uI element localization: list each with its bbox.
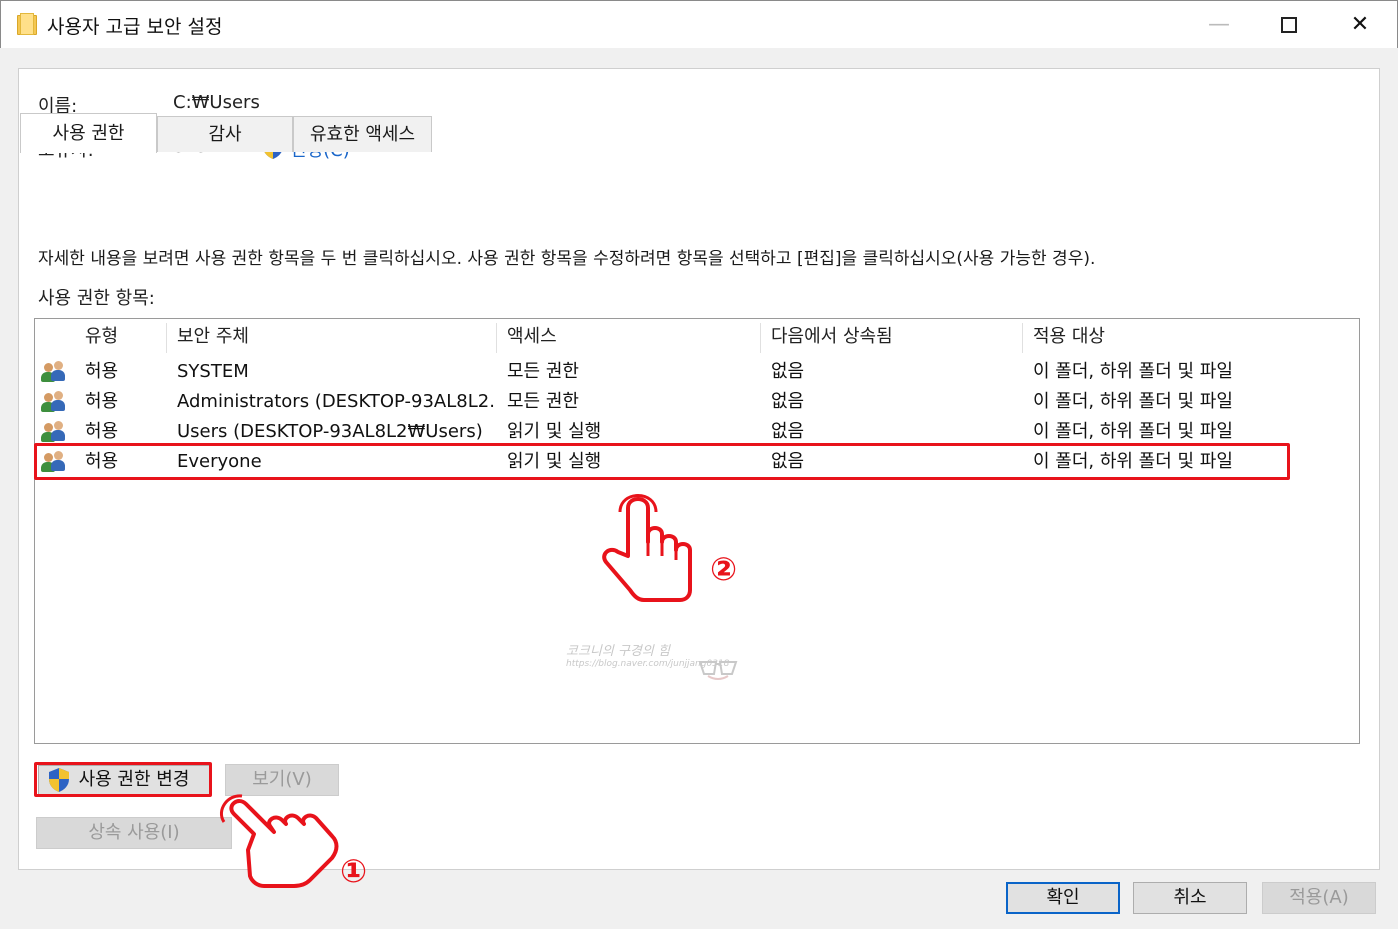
name-value: C:₩Users xyxy=(173,92,260,113)
hand-pointer-icon xyxy=(219,794,339,888)
column-header-type[interactable]: 유형 xyxy=(75,323,167,353)
column-header-applies-to[interactable]: 적용 대상 xyxy=(1023,323,1359,353)
change-permissions-highlight xyxy=(34,762,212,797)
apply-button[interactable]: 적용(A) xyxy=(1262,882,1376,914)
table-row[interactable]: 허용 SYSTEM 모든 권한 없음 이 폴더, 하위 폴더 및 파일 xyxy=(35,357,1359,387)
users-icon xyxy=(41,421,67,443)
cell-type: 허용 xyxy=(85,391,119,412)
cancel-button[interactable]: 취소 xyxy=(1133,882,1247,914)
column-header-inherited-from[interactable]: 다음에서 상속됨 xyxy=(761,323,1023,353)
maximize-button[interactable] xyxy=(1261,7,1317,43)
tab-auditing[interactable]: 감사 xyxy=(157,116,293,152)
maximize-icon xyxy=(1281,17,1297,33)
cell-type: 허용 xyxy=(85,361,119,382)
cell-applies: 이 폴더, 하위 폴더 및 파일 xyxy=(1033,361,1233,382)
cell-inherited: 없음 xyxy=(771,361,805,382)
users-icon xyxy=(41,391,67,413)
cell-principal: SYSTEM xyxy=(177,361,249,382)
column-header-principal[interactable]: 보안 주체 xyxy=(167,323,497,353)
everyone-row-highlight xyxy=(34,443,1290,480)
cell-access: 모든 권한 xyxy=(507,391,579,412)
tab-permissions[interactable]: 사용 권한 xyxy=(20,113,157,153)
column-header-access[interactable]: 액세스 xyxy=(497,323,761,353)
cell-inherited: 없음 xyxy=(771,391,805,412)
cell-principal: Administrators (DESKTOP-93AL8L2... xyxy=(177,391,495,412)
users-icon xyxy=(41,361,67,383)
tab-effective-access[interactable]: 유효한 액세스 xyxy=(293,116,432,152)
close-button[interactable]: ✕ xyxy=(1332,7,1388,43)
ok-button[interactable]: 확인 xyxy=(1006,882,1120,914)
glasses-icon xyxy=(698,661,738,680)
cell-access: 모든 권한 xyxy=(507,361,579,382)
hand-pointer-icon xyxy=(602,494,692,602)
table-row[interactable]: 허용 Administrators (DESKTOP-93AL8L2... 모든… xyxy=(35,387,1359,417)
enable-inheritance-button[interactable]: 상속 사용(I) xyxy=(36,817,232,849)
folder-icon xyxy=(17,13,37,35)
cell-applies: 이 폴더, 하위 폴더 및 파일 xyxy=(1033,391,1233,412)
permission-entries-label: 사용 권한 항목: xyxy=(38,288,155,309)
step-2-marker: ② xyxy=(710,550,738,588)
minimize-button[interactable]: — xyxy=(1191,7,1247,43)
title-bar: 사용자 고급 보안 설정 — ✕ xyxy=(0,0,1398,48)
window-title: 사용자 고급 보안 설정 xyxy=(47,16,223,38)
description-text: 자세한 내용을 보려면 사용 권한 항목을 두 번 클릭하십시오. 사용 권한 … xyxy=(38,249,1096,269)
step-1-marker: ① xyxy=(340,852,368,890)
